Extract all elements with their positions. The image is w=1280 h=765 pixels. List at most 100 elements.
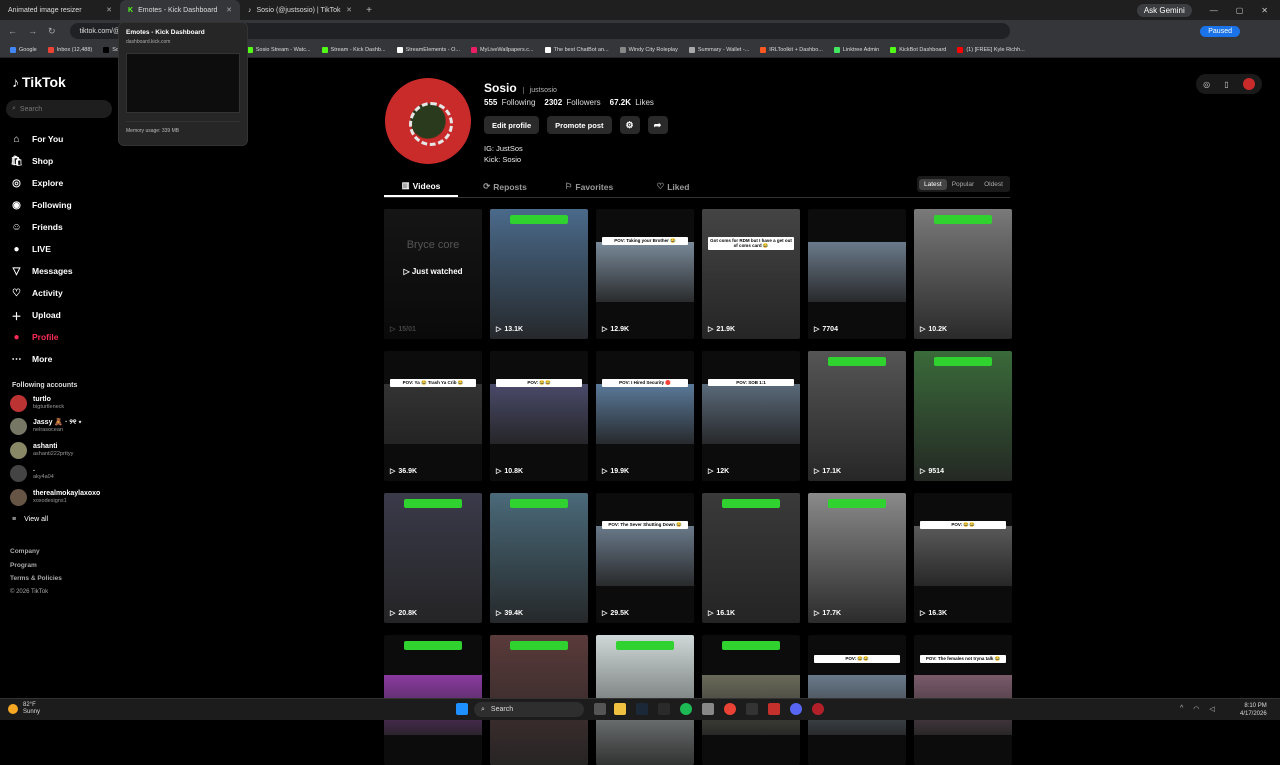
video-card[interactable]: POV: I Hired Security 🛑 ▷ 19.9K [596, 351, 694, 481]
clock[interactable]: 8:10 PM 4/17/2026 [1240, 702, 1267, 718]
app-icon[interactable] [702, 703, 714, 715]
app-icon[interactable] [812, 703, 824, 715]
volume-icon[interactable]: ◁ [1209, 705, 1214, 713]
followers-stat[interactable]: 2302 Followers [544, 98, 600, 107]
promote-post-button[interactable]: Promote post [547, 116, 612, 134]
task-view-icon[interactable] [594, 703, 606, 715]
sort-oldest[interactable]: Oldest [979, 179, 1008, 190]
close-icon[interactable]: ✕ [226, 6, 232, 14]
file-explorer-icon[interactable] [614, 703, 626, 715]
sidebar-item-messages[interactable]: ▽ Messages [10, 260, 73, 282]
app-icon[interactable] [746, 703, 758, 715]
sort-latest[interactable]: Latest [919, 178, 947, 190]
sidebar-item-upload[interactable]: ＋ Upload [10, 304, 73, 326]
sidebar-item-friends[interactable]: ☺ Friends [10, 216, 73, 238]
video-card[interactable]: ▷ 10.2K [914, 209, 1012, 339]
bookmark-item[interactable]: StreamElements - O... [396, 46, 460, 53]
tab-favorites[interactable]: ⚐ Favorites [552, 176, 626, 197]
sort-popular[interactable]: Popular [947, 179, 979, 190]
bookmark-item[interactable]: Linktree Admin [833, 46, 879, 53]
device-icon[interactable]: ▯ [1224, 80, 1228, 89]
minimize-icon[interactable]: — [1210, 6, 1218, 15]
video-card[interactable]: POV: Ya 😂 Trash Ya Crib 😂 ▷ 36.9K [384, 351, 482, 481]
view-all-link[interactable]: ≡ View all [12, 516, 48, 523]
video-card[interactable]: ▷ 16.1K [702, 493, 800, 623]
weather-widget[interactable]: 82°F Sunny [8, 702, 40, 716]
video-card[interactable]: Got coms for RDM but I have a get out of… [702, 209, 800, 339]
chevron-up-icon[interactable]: ^ [1180, 705, 1183, 713]
bookmark-item[interactable]: Stream - Kick Dashb... [321, 46, 386, 53]
tiktok-logo[interactable]: ♪ TikTok [12, 74, 66, 90]
tab-reposts[interactable]: ⟳ Reposts [468, 176, 542, 197]
following-stat[interactable]: 555 Following [484, 98, 535, 107]
adobe-icon[interactable] [768, 703, 780, 715]
sidebar-item-more[interactable]: ⋯ More [10, 348, 73, 370]
following-account[interactable]: turtlo bigturtleneck [10, 392, 120, 414]
following-account[interactable]: therealmokaylaxoxo xoxodesigns1 [10, 486, 120, 508]
video-card[interactable]: POV: 😂😂 ▷ 10.8K [490, 351, 588, 481]
search-input[interactable]: ⌕ Search [6, 100, 112, 118]
coins-icon[interactable]: ◎ [1203, 80, 1210, 89]
bookmark-item[interactable]: Google [10, 46, 37, 53]
windows-start-icon[interactable] [456, 703, 468, 715]
sidebar-item-following[interactable]: ◉ Following [10, 194, 73, 216]
following-account[interactable]: Jassy 🧸 · ୨୧ ⋆ nelrasocean [10, 416, 120, 438]
following-account[interactable]: ashanti ashanti222prttyy [10, 439, 120, 461]
close-window-icon[interactable]: ✕ [1261, 6, 1268, 15]
tab-videos[interactable]: ▥ Videos [384, 176, 458, 197]
taskbar-search[interactable]: ⌕ Search [474, 702, 584, 717]
bookmark-item[interactable]: MyLiveWallpapers.c... [470, 46, 534, 53]
bookmark-item[interactable]: IRLToolkit + Dashbo... [760, 46, 823, 53]
footer-link[interactable]: Company [10, 548, 40, 555]
bookmark-item[interactable]: The best ChatBot an... [544, 46, 609, 53]
steam-icon[interactable] [636, 703, 648, 715]
maximize-icon[interactable]: ▢ [1236, 6, 1244, 15]
settings-icon[interactable]: ⚙ [619, 116, 640, 134]
video-card[interactable]: POV: The Sever Shutting Down 😂 ▷ 29.5K [596, 493, 694, 623]
video-card[interactable]: ▷ 17.7K [808, 493, 906, 623]
wifi-icon[interactable]: ◠ [1193, 705, 1199, 713]
browser-tab[interactable]: ♪ Sosio (@justsosio) | TikTok ✕ [240, 0, 360, 20]
bookmark-item[interactable]: Inbox (12,488) [47, 46, 92, 53]
video-card[interactable]: Bryce core ▷ Just watched ▷ 15/01 [384, 209, 482, 339]
share-icon[interactable]: ➦ [647, 116, 668, 134]
sidebar-item-shop[interactable]: 🛍 Shop [10, 150, 73, 172]
discord-icon[interactable] [790, 703, 802, 715]
browser-tab[interactable]: K Emotes - Kick Dashboard ✕ [120, 0, 240, 20]
sidebar-item-live[interactable]: ● LIVE [10, 238, 73, 260]
sidebar-item-for-you[interactable]: ⌂ For You [10, 128, 73, 150]
back-icon[interactable]: ← [8, 26, 17, 37]
bookmark-item[interactable]: Summary - Wallet -... [688, 46, 749, 53]
footer-link[interactable]: Program [10, 562, 37, 569]
bookmark-item[interactable]: Sosio Stream - Watc... [246, 46, 311, 53]
forward-icon[interactable]: → [28, 26, 37, 37]
edit-profile-button[interactable]: Edit profile [484, 116, 540, 134]
video-card[interactable]: ▷ 17.1K [808, 351, 906, 481]
avatar[interactable] [1242, 78, 1255, 90]
profile-paused-button[interactable]: Paused [1200, 25, 1240, 37]
new-tab-button[interactable]: + [360, 5, 378, 16]
tab-liked[interactable]: ♡ Liked [636, 176, 710, 197]
sidebar-item-profile[interactable]: ● Profile [10, 326, 73, 348]
video-card[interactable]: ▷ 13.1K [490, 209, 588, 339]
chrome-icon[interactable] [724, 703, 736, 715]
video-card[interactable]: ▷ 39.4K [490, 493, 588, 623]
video-card[interactable]: ▷ 9514 [914, 351, 1012, 481]
close-icon[interactable]: ✕ [346, 6, 352, 14]
following-account[interactable]: . aky4a04 [10, 463, 120, 485]
video-card[interactable]: ▷ 20.8K [384, 493, 482, 623]
bookmark-item[interactable]: KickBot Dashboard [890, 46, 946, 53]
close-icon[interactable]: ✕ [106, 6, 112, 14]
terminal-icon[interactable] [658, 703, 670, 715]
video-card[interactable]: ▷ 7704 [808, 209, 906, 339]
sidebar-item-explore[interactable]: ◎ Explore [10, 172, 73, 194]
bookmark-item[interactable]: Windy City Roleplay [619, 46, 678, 53]
reload-icon[interactable]: ↻ [48, 26, 56, 37]
video-card[interactable]: POV: SOB 1:1 ▷ 12K [702, 351, 800, 481]
ask-gemini-button[interactable]: Ask Gemini [1136, 3, 1192, 17]
footer-link[interactable]: Terms & Policies [10, 575, 62, 582]
spotify-icon[interactable] [680, 703, 692, 715]
video-card[interactable]: POV: Taking your Brother 😂 ▷ 12.9K [596, 209, 694, 339]
sidebar-item-activity[interactable]: ♡ Activity [10, 282, 73, 304]
bookmark-item[interactable]: (1) [FREE] Kyle Richh... [957, 46, 1025, 53]
